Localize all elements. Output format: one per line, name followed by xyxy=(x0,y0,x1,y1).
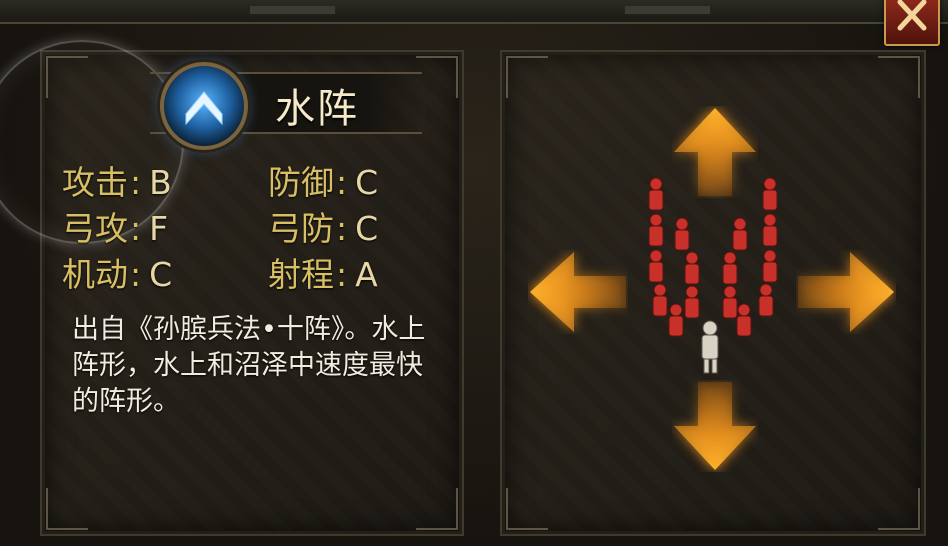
soldier-figure xyxy=(762,213,778,247)
soldier-figure xyxy=(648,213,664,247)
corner-ornament xyxy=(506,488,548,530)
formation-icon xyxy=(160,62,248,150)
soldier-figure xyxy=(722,285,738,319)
troop-formation xyxy=(648,177,778,374)
stat-range: 射程: A xyxy=(268,255,378,294)
soldier-figure xyxy=(652,283,668,317)
top-frame xyxy=(0,0,948,24)
soldier-figure xyxy=(722,251,738,285)
soldier-figure xyxy=(684,285,700,319)
soldier-figure xyxy=(762,177,778,211)
stat-bow-defense: 弓防: C xyxy=(268,209,379,248)
stat-row: 弓攻: F 弓防: C xyxy=(62,202,442,248)
close-icon xyxy=(897,0,927,31)
stat-row: 机动: C 射程: A xyxy=(62,248,442,294)
stat-bow-attack: 弓攻: F xyxy=(62,209,169,248)
soldier-figure xyxy=(684,251,700,285)
soldier-figure xyxy=(732,217,748,251)
soldier-figure xyxy=(648,249,664,283)
arrow-down-icon xyxy=(674,382,756,470)
stat-row: 攻击: B 防御: C xyxy=(62,156,442,202)
soldier-figure xyxy=(668,303,684,337)
soldier-figure xyxy=(736,303,752,337)
corner-ornament xyxy=(46,488,88,530)
arrow-right-icon xyxy=(798,252,894,332)
stat-mobility: 机动: C xyxy=(62,255,173,294)
soldier-figure xyxy=(674,217,690,251)
stat-attack: 攻击: B xyxy=(62,163,172,202)
frame-ornament xyxy=(625,6,710,14)
soldier-figure xyxy=(762,249,778,283)
formation-title: 水阵 xyxy=(275,86,359,132)
formation-detail-screen: 水阵 攻击: B 防御: C 弓攻: F 弓防: C 机动: C 射程: A 出… xyxy=(0,0,948,546)
corner-ornament xyxy=(416,488,458,530)
soldier-figure xyxy=(758,283,774,317)
arrow-left-icon xyxy=(530,252,626,332)
soldier-figure xyxy=(648,177,664,211)
stat-defense: 防御: C xyxy=(268,163,379,202)
corner-ornament xyxy=(416,56,458,98)
corner-ornament xyxy=(878,488,920,530)
chevron-up-icon xyxy=(185,91,223,126)
formation-description: 出自《孙膑兵法•十阵》。水上阵形，水上和沼泽中速度最快的阵形。 xyxy=(72,314,426,417)
general-figure xyxy=(701,320,719,374)
corner-ornament xyxy=(506,56,548,98)
corner-ornament xyxy=(878,56,920,98)
frame-ornament xyxy=(250,6,335,14)
close-button[interactable] xyxy=(884,0,940,46)
